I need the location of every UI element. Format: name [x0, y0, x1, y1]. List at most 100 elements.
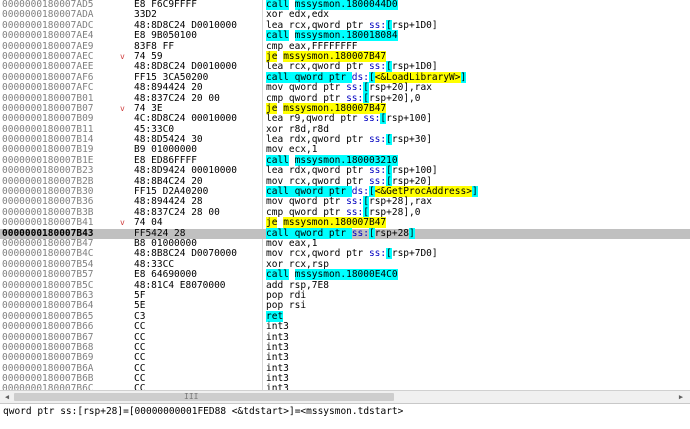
- operand-tail: ,0: [409, 206, 421, 218]
- memory-operand: rsp+7D0: [391, 248, 432, 260]
- selected-instruction-row[interactable]: 0000000180007B43 FF5424 28 call qword ptr …: [0, 227, 690, 239]
- instruction-row[interactable]: 0000000180007B63 5F pop rdi: [0, 289, 690, 301]
- memory-operand: <&GetProcAddress>: [374, 186, 472, 198]
- segment-prefix: ds:: [351, 71, 369, 83]
- instruction-bytes: 48:894424 20: [134, 82, 203, 94]
- memory-operand: rsp+20: [368, 92, 404, 104]
- memory-operand: <&LoadLibraryW>: [374, 71, 461, 83]
- scrollbar-thumb[interactable]: III: [14, 393, 394, 401]
- memory-operand: rsp+20: [368, 82, 404, 94]
- memory-operand: rsp+100: [386, 113, 427, 125]
- instruction-row[interactable]: 0000000180007B09 4C:8D8C24 00010000 lea r9…: [0, 113, 690, 125]
- jump-arrow-icon: v: [120, 103, 125, 113]
- operand-tail: ,rax: [409, 196, 432, 208]
- mnemonic: lea rcx,qword ptr: [266, 61, 369, 73]
- segment-prefix: ss:: [368, 175, 387, 187]
- mnemonic: mov qword ptr: [266, 82, 347, 94]
- segment-prefix: ss:: [346, 92, 364, 104]
- horizontal-scrollbar[interactable]: ◀ III ▶: [0, 390, 690, 403]
- mnemonic: lea rdx,qword ptr: [266, 165, 369, 177]
- mnemonic: xor edx,edx: [266, 9, 329, 21]
- instruction-row[interactable]: 0000000180007B6A CC int3: [0, 363, 690, 374]
- instruction-row[interactable]: 0000000180007AD5 E8 F6C9FFFF call mssysmon…: [0, 0, 690, 10]
- instruction-address: 0000000180007AFC: [2, 82, 94, 94]
- instruction-row[interactable]: 0000000180007B4C 48:8B8C24 D0070000 mov rc…: [0, 248, 690, 260]
- operand-tail: ,0: [409, 92, 421, 104]
- memory-operand: rsp+28: [368, 206, 404, 218]
- instruction-bytes: E8 64690000: [134, 269, 197, 281]
- memory-operand: rsp+20: [391, 175, 427, 187]
- mnemonic: ret: [266, 310, 284, 322]
- scroll-left-icon[interactable]: ◀: [2, 392, 12, 402]
- segment-prefix: ds:: [351, 186, 369, 198]
- mnemonic: call: [266, 154, 289, 166]
- mnemonic: mov ecx,1: [266, 144, 318, 156]
- jump-target: mssysmon.180007B47: [283, 50, 387, 62]
- mnemonic: int3: [266, 341, 289, 353]
- mnemonic: call qword ptr: [266, 227, 352, 239]
- mnemonic: int3: [266, 373, 289, 385]
- disassembly-rows: 0000000180007AD5 E8 F6C9FFFF call mssysmon…: [0, 0, 690, 390]
- mnemonic: je: [266, 50, 278, 62]
- mnemonic: xor r8d,r8d: [266, 123, 329, 135]
- jump-target: mssysmon.180007B47: [283, 102, 387, 114]
- mnemonic: cmp qword ptr: [266, 92, 347, 104]
- mnemonic: int3: [266, 331, 289, 343]
- mnemonic: je: [266, 102, 278, 114]
- mnemonic: cmp qword ptr: [266, 206, 347, 218]
- instruction-row[interactable]: 0000000180007B66 CC int3: [0, 321, 690, 333]
- segment-prefix: ss:: [346, 206, 364, 218]
- mnemonic: call: [266, 269, 289, 281]
- operand-tail: ,rax: [409, 82, 432, 94]
- segment-prefix: ss:: [363, 113, 381, 125]
- mnemonic: pop rdi: [266, 289, 307, 301]
- scroll-right-icon[interactable]: ▶: [676, 392, 686, 402]
- instruction-row[interactable]: 0000000180007B68 CC int3: [0, 341, 690, 353]
- mnemonic: pop rsi: [266, 300, 307, 312]
- mnemonic: lea r9,qword ptr: [266, 113, 364, 125]
- instruction-address: 0000000180007B66: [2, 321, 94, 333]
- call-target: mssysmon.180018084: [294, 30, 398, 42]
- instruction-address: 0000000180007B57: [2, 269, 94, 281]
- segment-prefix: ss:: [368, 134, 387, 146]
- mnemonic: mov eax,1: [266, 237, 318, 249]
- call-target: mssysmon.180003210: [294, 154, 398, 166]
- segment-prefix: ss:: [346, 82, 364, 94]
- mnemonic: int3: [266, 321, 289, 333]
- jump-arrow-icon: v: [120, 218, 125, 228]
- mnemonic: mov rcx,qword ptr: [266, 248, 369, 260]
- memory-operand: rsp+1D0: [391, 19, 432, 31]
- instruction-row[interactable]: 0000000180007B64 5E pop rsi: [0, 300, 690, 312]
- segment-prefix: ss:: [368, 165, 387, 177]
- instruction-row[interactable]: 0000000180007B5C 48:81C4 E8070000 add rsp,…: [0, 279, 690, 291]
- memory-operand: rsp+28: [374, 227, 410, 239]
- instruction-bytes: 48:81C4 E8070000: [134, 279, 226, 291]
- segment-prefix: ss:: [368, 248, 387, 260]
- disassembly-view[interactable]: 0000000180007AD5 E8 F6C9FFFF call mssysmon…: [0, 0, 690, 390]
- mnemonic: call qword ptr: [266, 186, 352, 198]
- memory-operand: rsp+1D0: [391, 61, 432, 73]
- instruction-row[interactable]: 0000000180007B57 E8 64690000 call mssysmon…: [0, 269, 690, 281]
- mnemonic: call: [266, 30, 289, 42]
- mnemonic: mov qword ptr: [266, 196, 347, 208]
- mnemonic: cmp eax,FFFFFFFF: [266, 40, 358, 52]
- mnemonic: xor rcx,rsp: [266, 258, 329, 270]
- instruction-row[interactable]: 0000000180007B65 C3 ret: [0, 310, 690, 322]
- segment-prefix: ss:: [368, 19, 387, 31]
- mnemonic: je: [266, 217, 278, 229]
- instruction-row[interactable]: 0000000180007B6B CC int3: [0, 373, 690, 385]
- call-target: mssysmon.18000E4C0: [294, 269, 398, 281]
- instruction-bytes: CC: [134, 321, 146, 333]
- mnemonic: int3: [266, 352, 289, 364]
- mnemonic: call qword ptr: [266, 71, 352, 83]
- segment-prefix: ss:: [368, 61, 387, 73]
- memory-operand: rsp+28: [368, 196, 404, 208]
- instruction-row[interactable]: 0000000180007B69 CC int3: [0, 352, 690, 364]
- mnemonic: lea rcx,qword ptr: [266, 19, 369, 31]
- memory-operand: rsp+30: [391, 134, 427, 146]
- instruction-row[interactable]: 0000000180007B14 48:8D5424 30 lea rdx,qwor…: [0, 134, 690, 146]
- instruction-row[interactable]: 0000000180007B67 CC int3: [0, 331, 690, 343]
- info-text: qword ptr ss:[rsp+28]=[00000000001FED88 …: [3, 406, 404, 417]
- info-bar: qword ptr ss:[rsp+28]=[00000000001FED88 …: [0, 403, 690, 429]
- jump-arrow-icon: v: [120, 51, 125, 61]
